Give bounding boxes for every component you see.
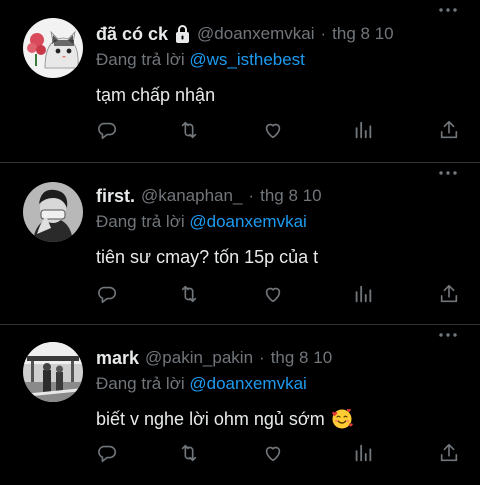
timestamp[interactable]: thg 8 10 xyxy=(332,24,393,44)
tweet-header: first. @kanaphan_ · thg 8 10 xyxy=(96,184,480,208)
reply-mention[interactable]: @doanxemvkai xyxy=(189,374,306,393)
tweet-header: mark @pakin_pakin · thg 8 10 xyxy=(96,346,480,370)
display-name[interactable]: mark xyxy=(96,348,139,369)
reply-mention[interactable]: @ws_isthebest xyxy=(189,50,305,69)
share-icon[interactable] xyxy=(438,283,462,307)
lock-icon xyxy=(174,24,191,44)
reply-feed: đã có ck @doanxemvkai · thg 8 10 Đang tr… xyxy=(0,0,480,485)
retweet-icon[interactable] xyxy=(178,442,202,466)
views-icon[interactable] xyxy=(352,119,376,143)
tweet-content: đã có ck @doanxemvkai · thg 8 10 Đang tr… xyxy=(96,22,480,108)
views-icon[interactable] xyxy=(352,283,376,307)
reply-prefix: Đang trả lời xyxy=(96,50,185,69)
action-bar xyxy=(96,283,466,307)
avatar[interactable] xyxy=(23,182,83,242)
reply-context: Đang trả lời @doanxemvkai xyxy=(96,374,480,398)
separator: · xyxy=(248,186,255,205)
timestamp[interactable]: thg 8 10 xyxy=(260,186,321,206)
tweet-text: tiên sư cmay? tốn 15p của t xyxy=(96,244,480,270)
reply-icon[interactable] xyxy=(96,283,120,307)
heart-icon[interactable] xyxy=(262,442,286,466)
tweet-text-body: tiên sư cmay? tốn 15p của t xyxy=(96,246,319,267)
reply-context: Đang trả lời @ws_isthebest xyxy=(96,50,480,74)
share-icon[interactable] xyxy=(438,119,462,143)
tweet-content: first. @kanaphan_ · thg 8 10 Đang trả lờ… xyxy=(96,184,480,270)
share-icon[interactable] xyxy=(438,442,462,466)
display-name[interactable]: đã có ck xyxy=(96,24,168,45)
separator: · xyxy=(320,24,327,43)
tweet[interactable]: first. @kanaphan_ · thg 8 10 Đang trả lờ… xyxy=(0,163,480,325)
heart-icon[interactable] xyxy=(262,119,286,143)
tweet-header: đã có ck @doanxemvkai · thg 8 10 xyxy=(96,22,480,46)
avatar[interactable] xyxy=(23,18,83,78)
handle[interactable]: @kanaphan_ xyxy=(141,186,242,206)
tweet-content: mark @pakin_pakin · thg 8 10 Đang trả lờ… xyxy=(96,346,480,432)
display-name[interactable]: first. xyxy=(96,186,135,207)
more-icon[interactable] xyxy=(438,327,458,343)
tweet-text: tạm chấp nhận xyxy=(96,82,480,108)
reply-icon[interactable] xyxy=(96,442,120,466)
tweet-text: biết v nghe lời ohm ngủ sớm xyxy=(96,406,480,432)
reply-prefix: Đang trả lời xyxy=(96,374,185,393)
reply-prefix: Đang trả lời xyxy=(96,212,185,231)
reply-icon[interactable] xyxy=(96,119,120,143)
reply-context: Đang trả lời @doanxemvkai xyxy=(96,212,480,236)
reply-mention[interactable]: @doanxemvkai xyxy=(189,212,306,231)
tweet[interactable]: đã có ck @doanxemvkai · thg 8 10 Đang tr… xyxy=(0,0,480,163)
avatar[interactable] xyxy=(23,342,83,402)
more-icon[interactable] xyxy=(438,2,458,18)
action-bar xyxy=(96,119,466,143)
timestamp[interactable]: thg 8 10 xyxy=(271,348,332,368)
tweet[interactable]: mark @pakin_pakin · thg 8 10 Đang trả lờ… xyxy=(0,325,480,485)
handle[interactable]: @doanxemvkai xyxy=(197,24,314,44)
heart-icon[interactable] xyxy=(262,283,286,307)
handle[interactable]: @pakin_pakin xyxy=(145,348,253,368)
retweet-icon[interactable] xyxy=(178,119,202,143)
tweet-text-body: biết v nghe lời ohm ngủ sớm xyxy=(96,408,325,429)
retweet-icon[interactable] xyxy=(178,283,202,307)
views-icon[interactable] xyxy=(352,442,376,466)
action-bar xyxy=(96,442,466,466)
tweet-text-body: tạm chấp nhận xyxy=(96,84,216,105)
separator: · xyxy=(259,348,265,367)
smiling-face-with-hearts-icon xyxy=(331,408,353,430)
more-icon[interactable] xyxy=(438,165,458,181)
